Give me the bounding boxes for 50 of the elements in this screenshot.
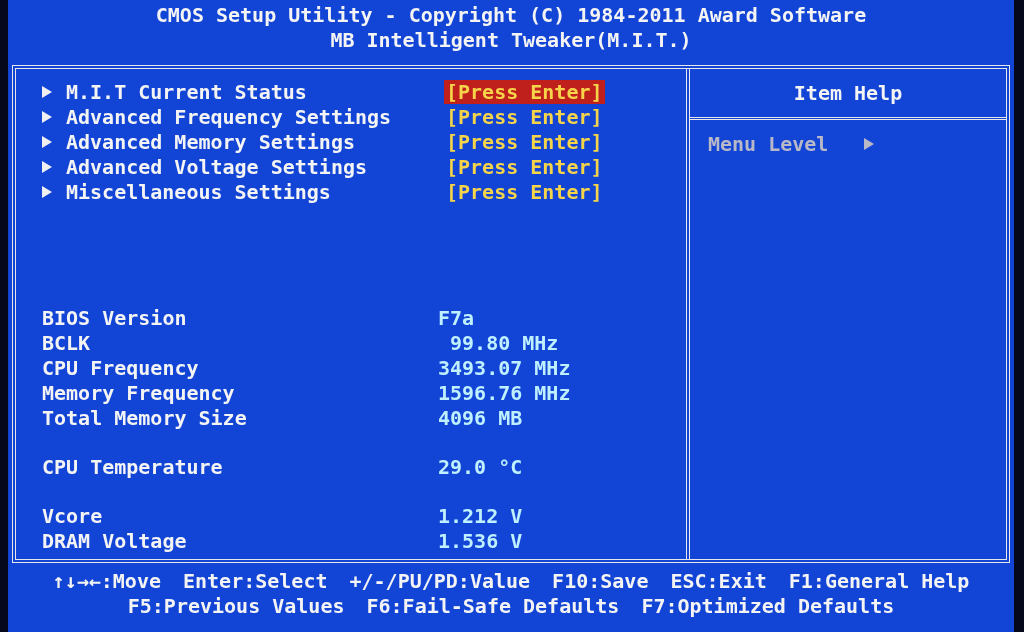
menu-item[interactable]: Advanced Voltage Settings [Press Enter] [42, 154, 686, 179]
menu-item-label: Advanced Memory Settings [66, 129, 356, 154]
menu-item[interactable]: M.I.T Current Status [Press Enter] [42, 79, 686, 104]
info-label: Memory Frequency [42, 380, 236, 405]
menu-item-label: M.I.T Current Status [66, 79, 308, 104]
key-hint: F5:Previous Values [127, 594, 345, 619]
key-hint: +/-/PU/PD:Value [349, 569, 531, 594]
triangle-icon [864, 138, 875, 150]
info-label: CPU Frequency [42, 355, 200, 380]
triangle-icon [42, 160, 52, 173]
menu-item[interactable]: Advanced Frequency Settings [Press Enter] [42, 104, 686, 129]
screen-subtitle: MB Intelligent Tweaker(M.I.T.) [330, 28, 692, 53]
menu-level-label: Menu Level [708, 132, 829, 156]
key-hint: F7:Optimized Defaults [641, 594, 895, 619]
triangle-icon [42, 185, 52, 198]
key-hint: F10:Save [552, 569, 649, 594]
menu-item-value[interactable]: [Press Enter] [444, 154, 605, 179]
info-label: CPU Temperature [42, 454, 224, 479]
menu-item-label: Miscellaneous Settings [66, 179, 332, 204]
info-value: 3493.07 MHz [438, 355, 571, 380]
info-label: DRAM Voltage [42, 528, 188, 553]
triangle-icon [42, 135, 52, 148]
key-hint: F6:Fail-Safe Defaults [366, 594, 620, 619]
menu-item-value[interactable]: [Press Enter] [444, 179, 605, 204]
screen-title: CMOS Setup Utility - Copyright (C) 1984-2011 Award Software [155, 3, 867, 28]
help-title: Item Help [690, 69, 1006, 120]
info-value: 99.80 MHz [449, 330, 559, 355]
key-hint: Enter:Select [183, 569, 328, 594]
info-value: 29.0 °C [438, 454, 523, 479]
info-label: BCLK [42, 330, 92, 355]
info-label: Vcore [42, 503, 104, 528]
key-hint: ESC:Exit [670, 569, 767, 594]
menu-item-value[interactable]: [Press Enter] [444, 79, 605, 104]
key-hint: ↑↓→←:Move [52, 569, 161, 594]
info-value: 1.536 V [438, 528, 523, 553]
menu-item-value[interactable]: [Press Enter] [444, 104, 605, 129]
menu-item-label: Advanced Voltage Settings [66, 154, 369, 179]
menu-item-label: Advanced Frequency Settings [66, 104, 393, 129]
key-hint: F1:General Help [788, 569, 970, 594]
info-value: 1.212 V [438, 503, 523, 528]
info-label: BIOS Version [42, 305, 188, 330]
triangle-icon [42, 110, 52, 123]
triangle-icon [42, 85, 52, 98]
info-label: Total Memory Size [42, 405, 248, 430]
info-value: F7a [438, 305, 475, 330]
info-value: 1596.76 MHz [438, 380, 571, 405]
menu-item[interactable]: Miscellaneous Settings [Press Enter] [42, 179, 686, 204]
info-value: 4096 MB [438, 405, 523, 430]
menu-item-value[interactable]: [Press Enter] [444, 129, 605, 154]
menu-item[interactable]: Advanced Memory Settings [Press Enter] [42, 129, 686, 154]
